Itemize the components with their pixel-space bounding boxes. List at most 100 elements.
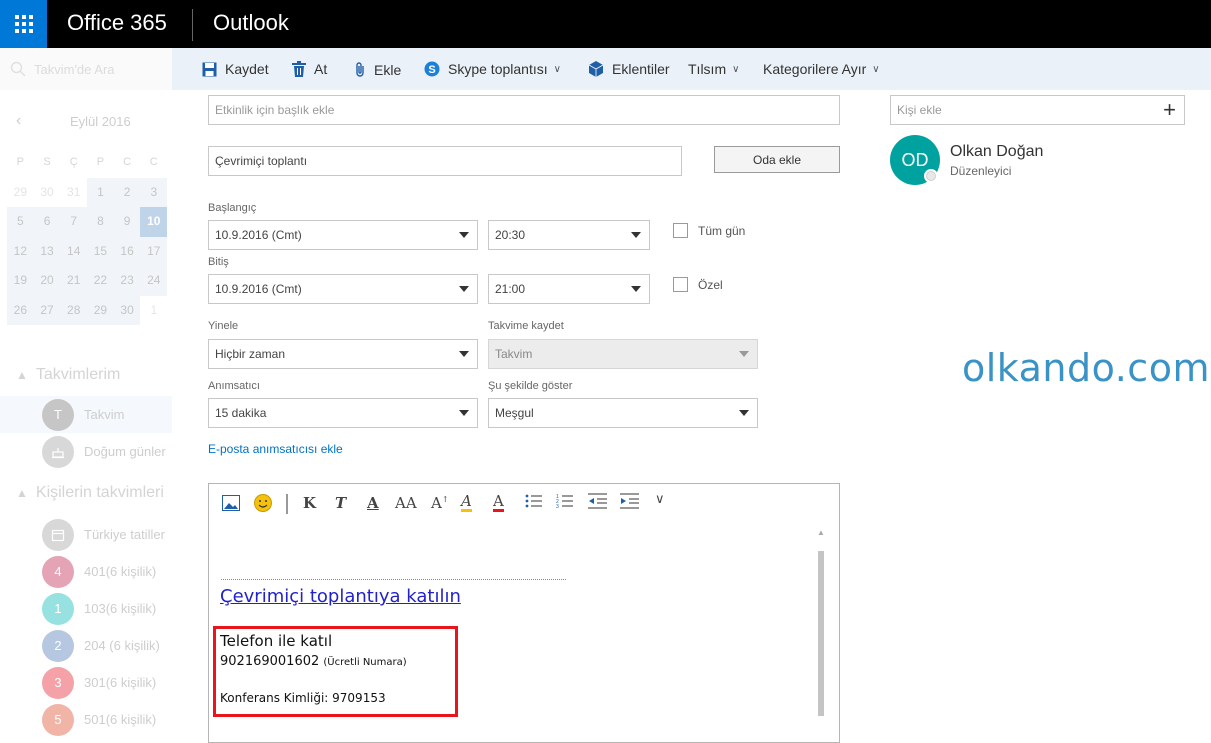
repeat-value: Hiçbir zaman bbox=[215, 347, 286, 361]
calendar-day[interactable]: 21 bbox=[60, 266, 88, 296]
end-date-select[interactable]: 10.9.2016 (Cmt) bbox=[208, 274, 478, 304]
italic-icon[interactable]: T bbox=[335, 494, 346, 512]
attach-button[interactable]: Ekle bbox=[354, 61, 401, 78]
calendar-day[interactable]: 6 bbox=[33, 207, 61, 237]
svg-text:3: 3 bbox=[556, 504, 559, 510]
weekday-header: P S Ç P C C bbox=[7, 148, 167, 178]
insert-picture-icon[interactable] bbox=[222, 495, 240, 515]
highlight-icon[interactable]: A bbox=[461, 494, 472, 512]
join-meeting-link[interactable]: Çevrimiçi toplantıya katılın bbox=[220, 586, 461, 607]
end-time-select[interactable]: 21:00 bbox=[488, 274, 650, 304]
all-day-checkbox[interactable] bbox=[673, 223, 688, 238]
calendar-color-dot: 5 bbox=[42, 703, 74, 736]
add-room-button[interactable]: Oda ekle bbox=[714, 146, 840, 173]
calendar-day[interactable]: 8 bbox=[87, 207, 114, 237]
phone-note: (Ücretli Numara) bbox=[323, 657, 407, 668]
app-title[interactable]: Outlook bbox=[213, 10, 289, 36]
charm-button[interactable]: Tılsım ∨ bbox=[688, 61, 739, 77]
calendar-day[interactable]: 29 bbox=[87, 295, 114, 325]
calendar-day[interactable]: 5 bbox=[7, 207, 34, 237]
scroll-up-icon[interactable]: ▲ bbox=[817, 528, 825, 537]
plus-icon[interactable]: + bbox=[1163, 98, 1176, 122]
all-day-label: Tüm gün bbox=[698, 224, 746, 238]
chevron-down-icon[interactable]: ∨ bbox=[655, 492, 665, 507]
calendar-day[interactable]: 20 bbox=[33, 266, 61, 296]
event-title-input[interactable]: Etkinlik için başlık ekle bbox=[208, 95, 840, 125]
calendar-day[interactable]: 31 bbox=[60, 178, 87, 208]
show-as-value: Meşgul bbox=[495, 406, 534, 420]
organizer-name[interactable]: Olkan Doğan bbox=[950, 143, 1043, 161]
calendar-day[interactable]: 14 bbox=[60, 236, 88, 266]
start-date-select[interactable]: 10.9.2016 (Cmt) bbox=[208, 220, 478, 250]
reminder-select[interactable]: 15 dakika bbox=[208, 398, 478, 428]
repeat-select[interactable]: Hiçbir zaman bbox=[208, 339, 478, 369]
increase-indent-icon[interactable] bbox=[620, 492, 640, 514]
calendar-item-takvim[interactable]: T Takvim bbox=[0, 396, 172, 433]
calendar-day[interactable]: 12 bbox=[7, 236, 34, 266]
my-calendars-header[interactable]: ▲ Takvimlerim bbox=[16, 366, 120, 384]
calendar-day[interactable]: 2 bbox=[113, 177, 141, 207]
show-as-select[interactable]: Meşgul bbox=[488, 398, 758, 428]
calendar-day[interactable]: 27 bbox=[33, 295, 61, 325]
location-input[interactable]: Çevrimiçi toplantı bbox=[208, 146, 682, 176]
calendar-search-input[interactable]: Takvim'de Ara bbox=[0, 48, 172, 90]
discard-button[interactable]: At bbox=[292, 61, 327, 77]
dropdown-arrow-icon bbox=[459, 351, 469, 357]
calendar-day[interactable]: 16 bbox=[113, 236, 141, 266]
underline-icon[interactable]: A bbox=[367, 494, 379, 512]
addins-button[interactable]: Eklentiler bbox=[588, 61, 670, 77]
private-checkbox[interactable] bbox=[673, 277, 688, 292]
month-label[interactable]: Eylül 2016 bbox=[70, 114, 131, 129]
bold-icon[interactable]: K bbox=[303, 494, 316, 512]
calendar-color-dot: 3 bbox=[42, 666, 74, 699]
calendar-item-holidays[interactable]: Türkiye tatiller bbox=[0, 516, 172, 553]
calendar-day[interactable]: 26 bbox=[7, 295, 34, 325]
calendar-day[interactable]: 17 bbox=[140, 236, 168, 266]
calendar-item-room-401[interactable]: 4 401(6 kişilik) bbox=[0, 553, 172, 590]
calendar-day[interactable]: 30 bbox=[34, 178, 61, 208]
calendar-item-room-204[interactable]: 2 204 (6 kişilik) bbox=[0, 627, 172, 664]
calendar-icon bbox=[42, 518, 74, 551]
calendar-day[interactable]: 19 bbox=[7, 266, 34, 296]
emoji-icon[interactable] bbox=[254, 494, 272, 516]
save-button[interactable]: Kaydet bbox=[202, 61, 269, 77]
calendar-day[interactable]: 9 bbox=[113, 207, 141, 237]
brand-title[interactable]: Office 365 bbox=[67, 10, 167, 36]
calendar-day[interactable]: 28 bbox=[60, 295, 88, 325]
add-attendee-input[interactable]: Kişi ekle + bbox=[890, 95, 1185, 125]
numbered-list-icon[interactable]: 123 bbox=[556, 492, 574, 514]
calendar-day[interactable]: 1 bbox=[140, 296, 167, 326]
chevron-up-icon: ▲ bbox=[16, 368, 28, 382]
people-calendars-header[interactable]: ▲ Kişilerin takvimleri bbox=[16, 484, 164, 502]
font-color-icon[interactable]: A bbox=[493, 494, 504, 512]
scrollbar-thumb[interactable] bbox=[818, 551, 824, 716]
calendar-day[interactable]: 24 bbox=[140, 266, 168, 296]
calendar-day[interactable]: 3 bbox=[140, 177, 168, 207]
skype-meeting-button[interactable]: S Skype toplantısı ∨ bbox=[424, 61, 561, 77]
categorize-button[interactable]: Kategorilere Ayır ∨ bbox=[763, 61, 880, 77]
decrease-indent-icon[interactable] bbox=[588, 492, 608, 514]
calendar-item-room-301[interactable]: 3 301(6 kişilik) bbox=[0, 664, 172, 701]
calendar-day[interactable]: 7 bbox=[60, 207, 88, 237]
start-time-select[interactable]: 20:30 bbox=[488, 220, 650, 250]
email-reminder-link[interactable]: E-posta anımsatıcısı ekle bbox=[208, 442, 343, 456]
font-size-icon[interactable]: AA bbox=[395, 494, 417, 512]
calendar-day[interactable]: 29 bbox=[7, 178, 34, 208]
calendar-day[interactable]: 30 bbox=[113, 295, 141, 325]
bullet-list-icon[interactable] bbox=[525, 492, 543, 514]
calendar-day[interactable]: 15 bbox=[87, 236, 114, 266]
calendar-day[interactable]: 1 bbox=[87, 177, 114, 207]
calendar-item-birthdays[interactable]: Doğum günler bbox=[0, 433, 172, 470]
chevron-left-icon[interactable]: ‹ bbox=[16, 112, 21, 130]
calendar-day[interactable]: 22 bbox=[87, 266, 114, 296]
calendar-day[interactable]: 23 bbox=[113, 266, 141, 296]
app-launcher-button[interactable] bbox=[0, 0, 47, 48]
calendar-day[interactable]: 13 bbox=[33, 236, 61, 266]
calendar-item-room-103[interactable]: 1 103(6 kişilik) bbox=[0, 590, 172, 627]
calendar-item-room-501[interactable]: 5 501(6 kişilik) bbox=[0, 701, 172, 738]
calendar-day-selected[interactable]: 10 bbox=[140, 207, 168, 237]
my-calendars-title: Takvimlerim bbox=[35, 366, 121, 383]
grow-font-icon[interactable]: A↑ bbox=[431, 494, 449, 512]
body-editor[interactable]: K T A AA A↑ A A 123 ∨ ▲ Çevrimiçi toplan… bbox=[208, 483, 840, 743]
calendar-item-label: 204 (6 kişilik) bbox=[84, 638, 160, 653]
